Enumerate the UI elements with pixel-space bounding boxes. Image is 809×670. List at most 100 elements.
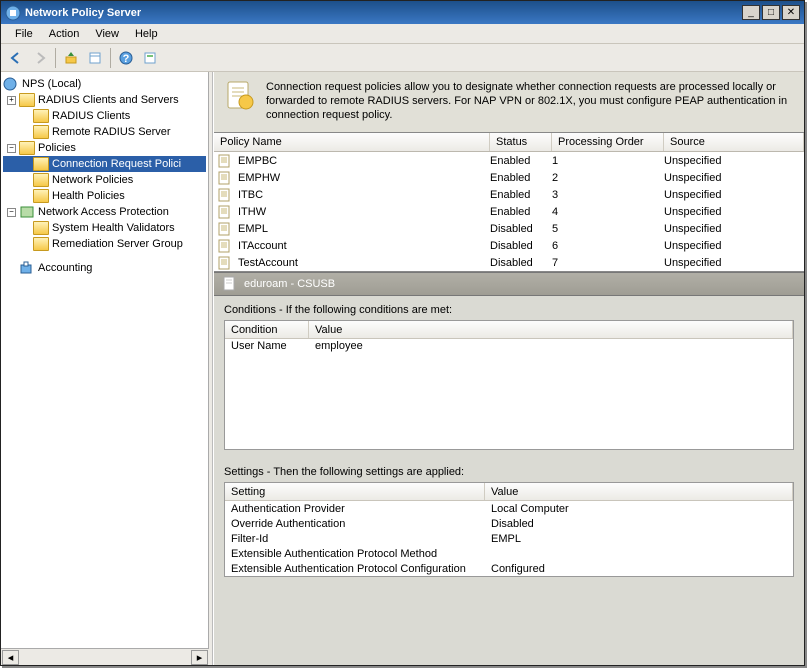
cell-order: 1 <box>552 155 664 167</box>
policy-row[interactable]: EMPBCEnabled1Unspecified <box>214 152 804 169</box>
tree-pane[interactable]: NPS (Local) + RADIUS Clients and Servers… <box>1 72 209 648</box>
cell-setting-value: Configured <box>491 563 545 575</box>
cell-status: Enabled <box>490 189 552 201</box>
folder-icon <box>33 109 49 123</box>
tree-connection-request-policies[interactable]: Connection Request Polici <box>3 156 206 172</box>
refresh-button[interactable] <box>139 47 161 69</box>
doc-icon <box>218 205 232 219</box>
scroll-right-icon[interactable]: ▸ <box>191 650 208 665</box>
properties-button[interactable] <box>84 47 106 69</box>
setting-row[interactable]: Extensible Authentication Protocol Confi… <box>225 561 793 576</box>
tree-radius-clients[interactable]: RADIUS Clients <box>3 108 206 124</box>
cell-name: TestAccount <box>236 257 490 269</box>
doc-icon <box>218 171 232 185</box>
menu-view[interactable]: View <box>87 28 127 40</box>
cell-status: Disabled <box>490 240 552 252</box>
scroll-left-icon[interactable]: ◂ <box>2 650 19 665</box>
expander-icon[interactable]: + <box>7 96 16 105</box>
banner-text: Connection request policies allow you to… <box>266 80 794 122</box>
back-button[interactable] <box>5 47 27 69</box>
minimize-button[interactable]: _ <box>742 5 760 20</box>
cell-order: 7 <box>552 257 664 269</box>
col-condition[interactable]: Condition <box>225 321 309 338</box>
cell-setting-value: Disabled <box>491 518 534 530</box>
tree-rsg[interactable]: Remediation Server Group <box>3 236 206 252</box>
setting-row[interactable]: Extensible Authentication Protocol Metho… <box>225 546 793 561</box>
folder-icon <box>33 221 49 235</box>
tree-root[interactable]: NPS (Local) <box>3 76 206 92</box>
cell-order: 3 <box>552 189 664 201</box>
help-button[interactable]: ? <box>115 47 137 69</box>
setting-row[interactable]: Override AuthenticationDisabled <box>225 516 793 531</box>
expander-icon[interactable]: − <box>7 208 16 217</box>
menu-help[interactable]: Help <box>127 28 166 40</box>
condition-row[interactable]: User Nameemployee <box>225 339 793 353</box>
setting-row[interactable]: Filter-IdEMPL <box>225 531 793 546</box>
detail-pane: Connection request policies allow you to… <box>213 72 804 665</box>
maximize-button[interactable]: □ <box>762 5 780 20</box>
folder-icon <box>33 189 49 203</box>
close-button[interactable]: ✕ <box>782 5 800 20</box>
cell-order: 4 <box>552 206 664 218</box>
col-source[interactable]: Source <box>664 133 804 151</box>
up-button[interactable] <box>60 47 82 69</box>
title-bar: Network Policy Server _ □ ✕ <box>1 1 804 24</box>
col-status[interactable]: Status <box>490 133 552 151</box>
policy-row[interactable]: ITAccountDisabled6Unspecified <box>214 237 804 254</box>
conditions-label: Conditions - If the following conditions… <box>224 304 794 316</box>
col-policy-name[interactable]: Policy Name <box>214 133 490 151</box>
folder-icon <box>33 237 49 251</box>
doc-icon <box>218 239 232 253</box>
setting-row[interactable]: Authentication ProviderLocal Computer <box>225 501 793 516</box>
cell-setting-value: EMPL <box>491 533 521 545</box>
tree-remote-radius[interactable]: Remote RADIUS Server <box>3 124 206 140</box>
folder-icon <box>33 157 49 171</box>
tree-network-policies[interactable]: Network Policies <box>3 172 206 188</box>
cell-name: ITHW <box>236 206 490 218</box>
tree-policies[interactable]: − Policies <box>3 140 206 156</box>
forward-button[interactable] <box>29 47 51 69</box>
cell-status: Enabled <box>490 206 552 218</box>
policy-row[interactable]: ITHWEnabled4Unspecified <box>214 203 804 220</box>
policy-list[interactable]: Policy Name Status Processing Order Sour… <box>214 132 804 272</box>
tree-accounting[interactable]: Accounting <box>3 260 206 276</box>
app-icon <box>5 5 21 21</box>
tree-hscrollbar[interactable]: ◂ ▸ <box>1 648 209 665</box>
nps-icon <box>3 77 19 91</box>
settings-label: Settings - Then the following settings a… <box>224 466 794 478</box>
cell-status: Enabled <box>490 155 552 167</box>
tree-health-policies[interactable]: Health Policies <box>3 188 206 204</box>
doc-icon <box>218 256 232 270</box>
policy-row[interactable]: EMPLDisabled5Unspecified <box>214 220 804 237</box>
tree-shv[interactable]: System Health Validators <box>3 220 206 236</box>
policy-row[interactable]: TestAccountDisabled7Unspecified <box>214 254 804 271</box>
policy-icon <box>224 80 256 112</box>
cell-setting: Extensible Authentication Protocol Confi… <box>231 563 491 575</box>
settings-table[interactable]: Setting Value Authentication ProviderLoc… <box>224 482 794 577</box>
main-window: Network Policy Server _ □ ✕ File Action … <box>0 0 805 666</box>
cell-name: ITAccount <box>236 240 490 252</box>
folder-icon <box>33 173 49 187</box>
cell-order: 6 <box>552 240 664 252</box>
cell-name: EMPBC <box>236 155 490 167</box>
col-setting[interactable]: Setting <box>225 483 485 500</box>
conditions-table[interactable]: Condition Value User Nameemployee <box>224 320 794 450</box>
policy-row[interactable]: ITBCEnabled3Unspecified <box>214 186 804 203</box>
menu-action[interactable]: Action <box>41 28 88 40</box>
cell-status: Enabled <box>490 172 552 184</box>
toolbar: ? <box>1 44 804 72</box>
doc-icon <box>218 222 232 236</box>
col-value[interactable]: Value <box>309 321 793 338</box>
cell-name: EMPHW <box>236 172 490 184</box>
tree-radius-parent[interactable]: + RADIUS Clients and Servers <box>3 92 206 108</box>
tree-nap[interactable]: − Network Access Protection <box>3 204 206 220</box>
menu-file[interactable]: File <box>7 28 41 40</box>
cell-setting: Extensible Authentication Protocol Metho… <box>231 548 491 560</box>
selected-item-name: eduroam - CSUSB <box>244 278 335 290</box>
policy-row[interactable]: EMPHWEnabled2Unspecified <box>214 169 804 186</box>
col-setting-value[interactable]: Value <box>485 483 793 500</box>
col-order[interactable]: Processing Order <box>552 133 664 151</box>
expander-icon[interactable]: − <box>7 144 16 153</box>
cell-order: 5 <box>552 223 664 235</box>
cell-setting: Filter-Id <box>231 533 491 545</box>
